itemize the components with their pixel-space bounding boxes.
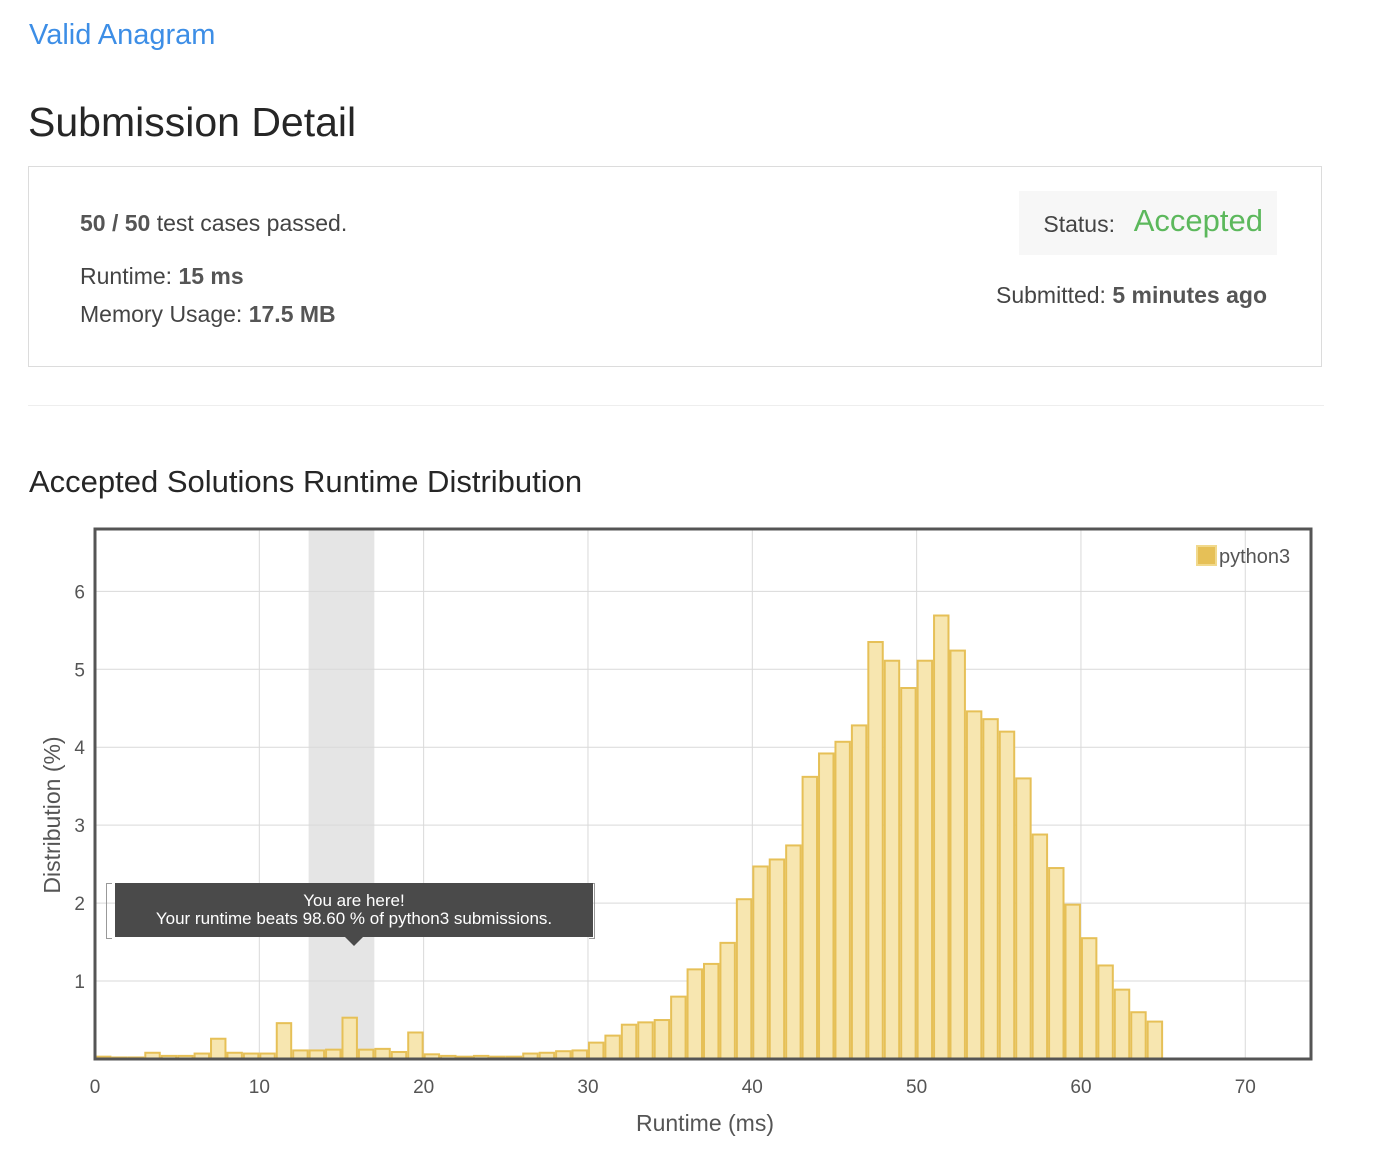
x-tick-label: 50 xyxy=(906,1077,927,1098)
bar xyxy=(752,865,769,1060)
bar xyxy=(867,641,884,1060)
bar xyxy=(850,724,868,1060)
tooltip-arrow xyxy=(345,937,363,946)
y-axis-label: Distribution (%) xyxy=(39,736,65,893)
x-tick-label: 60 xyxy=(1070,1077,1091,1098)
x-tick-label: 30 xyxy=(577,1077,598,1098)
bar xyxy=(1080,937,1098,1060)
bar xyxy=(1113,988,1131,1060)
bar xyxy=(818,752,835,1060)
bar xyxy=(768,858,786,1060)
bar xyxy=(1031,833,1049,1060)
y-tick-label: 6 xyxy=(74,582,85,603)
bar xyxy=(1097,964,1114,1060)
bar xyxy=(1048,867,1065,1061)
legend-label-python3: python3 xyxy=(1219,546,1290,568)
bar xyxy=(965,710,983,1060)
bar xyxy=(407,1031,424,1060)
bar xyxy=(785,844,802,1060)
bar xyxy=(982,718,999,1060)
x-tick-label: 70 xyxy=(1235,1077,1256,1098)
bar xyxy=(374,1047,391,1061)
bar xyxy=(916,659,934,1060)
tooltip-line-2: Your runtime beats 98.60 % of python3 su… xyxy=(155,909,553,928)
bar xyxy=(1130,1011,1147,1060)
bar xyxy=(587,1041,605,1060)
bar xyxy=(670,995,687,1060)
bar xyxy=(1146,1020,1164,1061)
x-axis-label: Runtime (ms) xyxy=(636,1110,774,1136)
current-runtime-band xyxy=(308,529,375,1059)
bar xyxy=(275,1022,293,1060)
bar xyxy=(620,1023,638,1061)
bar xyxy=(637,1021,654,1061)
bar xyxy=(834,740,851,1060)
bar xyxy=(719,941,736,1061)
bar xyxy=(801,775,819,1061)
bar xyxy=(686,968,703,1061)
bar xyxy=(653,1019,671,1061)
bar xyxy=(703,962,720,1060)
y-tick-label: 5 xyxy=(74,660,85,681)
runtime-distribution-chart: 0 10 20 30 40 50 60 70 1 2 3 4 5 6 Runtime (ms) Distrib… xyxy=(39,527,1313,1136)
legend-swatch xyxy=(1196,545,1217,566)
x-tick-label: 10 xyxy=(249,1077,270,1098)
bar xyxy=(1064,903,1081,1060)
bar xyxy=(604,1034,621,1061)
y-tick-label: 2 xyxy=(74,894,85,915)
x-tick-label: 20 xyxy=(413,1077,434,1098)
bar xyxy=(900,687,917,1060)
x-tick-label: 0 xyxy=(90,1077,101,1098)
y-tick-label: 3 xyxy=(74,816,85,837)
tooltip-line-1: You are here! xyxy=(303,891,405,910)
y-tick-label: 1 xyxy=(74,972,85,993)
bar xyxy=(933,614,950,1060)
bar xyxy=(735,898,753,1060)
bar xyxy=(210,1037,227,1061)
you-are-here-tooltip: You are here! Your runtime beats 98.60 %… xyxy=(115,883,593,946)
bar xyxy=(883,659,901,1060)
bar xyxy=(998,730,1016,1060)
bar xyxy=(341,1016,358,1060)
tooltip-bracket-left xyxy=(106,883,112,939)
x-tick-label: 40 xyxy=(742,1077,763,1098)
bar xyxy=(949,649,966,1061)
bar xyxy=(1015,777,1032,1060)
y-tick-label: 4 xyxy=(74,738,85,759)
